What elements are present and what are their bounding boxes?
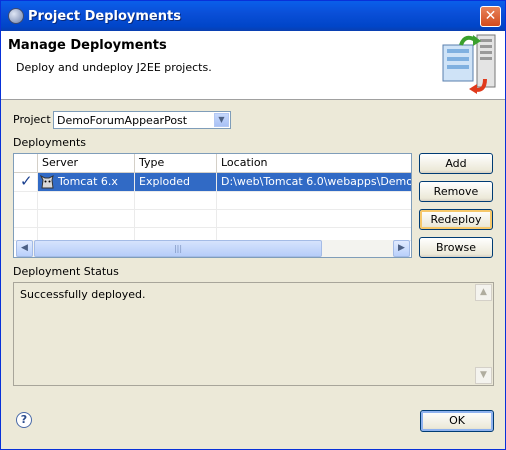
table-header: Server Type Location [14, 154, 411, 173]
horizontal-scrollbar[interactable]: ◀ ||| ▶ [16, 240, 410, 257]
status-message: Successfully deployed. [20, 288, 146, 301]
project-select[interactable]: DemoForumAppearPost ▼ [53, 111, 231, 129]
deployment-status-label: Deployment Status [13, 265, 119, 278]
remove-button[interactable]: Remove [419, 181, 493, 202]
vertical-scrollbar[interactable]: ▲ ▼ [475, 284, 492, 384]
type-cell: Exploded [135, 173, 217, 191]
project-select-value: DemoForumAppearPost [57, 114, 188, 127]
close-icon: ✕ [484, 8, 497, 24]
scroll-down-icon[interactable]: ▼ [475, 367, 492, 384]
redeploy-button[interactable]: Redeploy [419, 209, 493, 230]
project-label: Project [13, 113, 51, 126]
deployment-banner-icon [442, 34, 496, 94]
table-row[interactable]: ✓ Tomcat 6.x Exploded D:\web\Tomcat 6.0\… [14, 173, 411, 192]
table-row [14, 191, 411, 210]
help-icon[interactable]: ? [16, 412, 32, 428]
ok-button[interactable]: OK [420, 410, 494, 432]
location-cell: D:\web\Tomcat 6.0\webapps\DemoForumAppea… [217, 173, 411, 191]
window-title: Project Deployments [28, 9, 181, 24]
header-title: Manage Deployments [8, 38, 167, 53]
column-header-check [14, 154, 38, 172]
deployed-check-icon: ✓ [14, 173, 38, 191]
dialog-window: Project Deployments ✕ Manage Deployments… [0, 0, 506, 450]
deployments-label: Deployments [13, 136, 87, 149]
server-cell: Tomcat 6.x [38, 173, 135, 191]
tomcat-icon [40, 174, 54, 189]
table-row [14, 227, 411, 245]
deployments-table: Server Type Location ✓ Tomcat 6.x Explod… [13, 153, 412, 258]
column-header-type[interactable]: Type [135, 154, 217, 172]
close-button[interactable]: ✕ [480, 6, 501, 27]
scroll-up-icon[interactable]: ▲ [475, 284, 492, 301]
title-bar[interactable]: Project Deployments ✕ [1, 1, 505, 31]
chevron-down-icon[interactable]: ▼ [214, 113, 229, 127]
dialog-header: Manage Deployments Deploy and undeploy J… [1, 31, 505, 100]
deployment-status-text[interactable]: Successfully deployed. ▲ ▼ [13, 282, 494, 386]
add-button[interactable]: Add [419, 153, 493, 174]
server-name: Tomcat 6.x [58, 175, 118, 188]
scroll-thumb[interactable]: ||| [34, 240, 322, 257]
browse-button[interactable]: Browse [419, 237, 493, 258]
scroll-left-icon[interactable]: ◀ [16, 240, 33, 257]
header-description: Deploy and undeploy J2EE projects. [16, 61, 212, 74]
table-row [14, 209, 411, 228]
scroll-right-icon[interactable]: ▶ [393, 240, 410, 257]
eclipse-icon [8, 8, 24, 24]
column-header-server[interactable]: Server [38, 154, 135, 172]
column-header-location[interactable]: Location [217, 154, 411, 172]
